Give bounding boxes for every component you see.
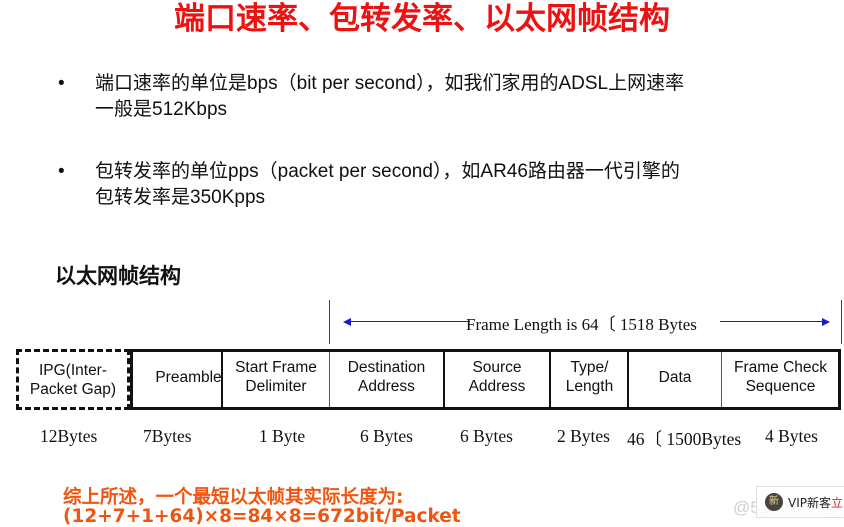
size-type-length: 2 Bytes	[557, 426, 610, 446]
bullet-line: 一般是512Kbps	[95, 99, 228, 120]
size-destination: 6 Bytes	[360, 426, 413, 446]
summary-line-2: (12+7+1+64)×8=84×8=672bit/Packet	[63, 506, 461, 527]
vip-label: VIP新客	[788, 496, 831, 510]
vip-link[interactable]: 立	[831, 496, 843, 510]
section-heading: 以太网帧结构	[55, 264, 181, 288]
field-data: Data	[629, 349, 721, 405]
size-fcs: 4 Bytes	[765, 426, 818, 446]
size-preamble: 7Bytes	[143, 426, 192, 446]
field-type-length: Type/ Length	[551, 349, 628, 405]
field-frame-check-sequence: Frame Check Sequence	[722, 349, 839, 405]
field-source-address: Source Address	[445, 349, 549, 405]
slide-title: 端口速率、包转发率、以太网帧结构	[174, 1, 670, 37]
arrow-line-left	[346, 321, 470, 322]
field-label: Data	[658, 368, 692, 386]
size-ipg: 12Bytes	[40, 426, 98, 446]
frame-length-right-bound	[841, 300, 842, 344]
ethernet-frame-diagram: IPG(Inter- Packet Gap) Preamble Start Fr…	[16, 349, 842, 410]
field-label: Frame Check Sequence	[733, 359, 828, 395]
field-destination-address: Destination Address	[330, 349, 443, 405]
field-label: Start Frame Delimiter	[235, 359, 317, 395]
vip-popup-text: VIP新客立	[788, 494, 843, 511]
field-label: Destination Address	[347, 359, 426, 395]
field-label: Type/ Length	[565, 359, 614, 395]
bullet-line: 端口速率的单位是bps（bit per second），如我们家用的ADSL上网…	[95, 73, 685, 94]
frame-length-label: Frame Length is 64〔 1518 Bytes	[466, 315, 697, 334]
field-label: Preamble	[155, 368, 222, 386]
field-start-frame-delimiter: Start Frame Delimiter	[223, 349, 329, 405]
vip-popup[interactable]: 新 VIP新客立	[756, 486, 844, 518]
bullet-line: 包转发率的单位pps（packet per second），如AR46路由器一代…	[95, 161, 680, 182]
new-badge-icon: 新	[765, 493, 783, 511]
field-ipg: IPG(Inter- Packet Gap)	[16, 349, 130, 410]
bullet-line: 包转发率是350Kpps	[95, 187, 266, 208]
size-data: 46〔 1500Bytes	[627, 429, 742, 449]
size-sfd: 1 Byte	[259, 426, 306, 446]
frame-length-left-bound	[329, 300, 330, 344]
size-source: 6 Bytes	[460, 426, 513, 446]
bullet-dot-icon: •	[58, 161, 65, 182]
field-label: IPG(Inter- Packet Gap)	[29, 361, 117, 398]
field-label: Source Address	[468, 359, 526, 395]
bullet-dot-icon: •	[58, 73, 65, 94]
arrow-line-right	[720, 321, 824, 322]
arrow-right-icon	[822, 318, 830, 326]
arrow-left-icon	[343, 318, 351, 326]
